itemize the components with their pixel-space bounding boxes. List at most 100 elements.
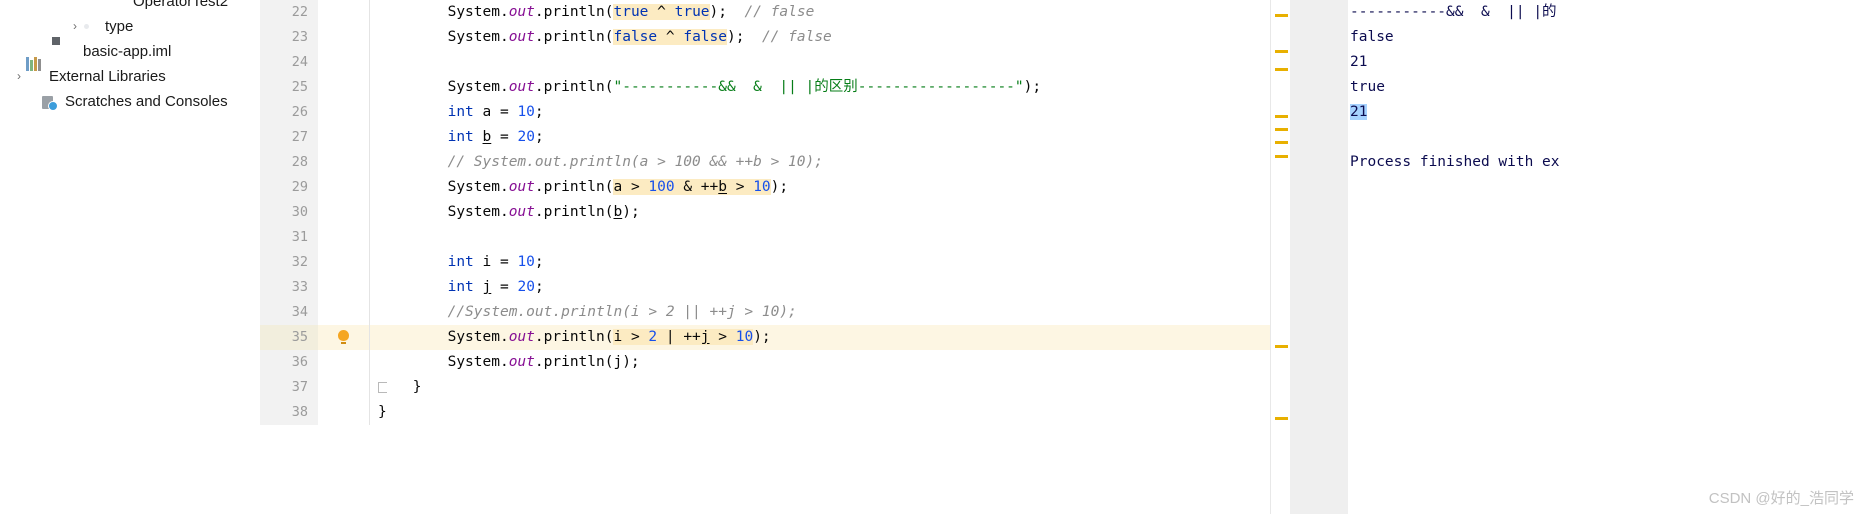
editor-marker-strip[interactable] xyxy=(1270,0,1291,514)
code-token: //System.out.println(i > 2 || ++j > 10); xyxy=(447,304,797,320)
console-line[interactable]: Process finished with ex xyxy=(1348,150,1870,175)
code-token: & ++ xyxy=(674,179,719,195)
editor-scrollbar-track[interactable] xyxy=(1290,0,1313,514)
chevron-right-icon[interactable]: › xyxy=(12,64,26,89)
gutter-icon-area[interactable] xyxy=(318,250,370,275)
console-line[interactable]: -----------&& & || |的 xyxy=(1348,0,1870,25)
gutter-icon-area[interactable] xyxy=(318,75,370,100)
line-number[interactable]: 32 xyxy=(260,250,318,275)
editor-line-34[interactable]: 34 //System.out.println(i > 2 || ++j > 10… xyxy=(260,300,1270,325)
editor-line-25[interactable]: 25 System.out.println("-----------&& & ||… xyxy=(260,75,1270,100)
gutter-icon-area[interactable] xyxy=(318,0,370,25)
editor-line-29[interactable]: 29 System.out.println(a > 100 & ++b > 10)… xyxy=(260,175,1270,200)
editor-line-24[interactable]: 24 xyxy=(260,50,1270,75)
gutter-icon-area[interactable] xyxy=(318,175,370,200)
editor-line-36[interactable]: 36 System.out.println(j); xyxy=(260,350,1270,375)
gutter-icon-area[interactable] xyxy=(318,300,370,325)
line-number[interactable]: 28 xyxy=(260,150,318,175)
tree-item-label: External Libraries xyxy=(49,68,166,85)
line-number[interactable]: 22 xyxy=(260,0,318,25)
gutter-icon-area[interactable] xyxy=(318,325,370,350)
editor-line-35[interactable]: 35 System.out.println(i > 2 | ++j > 10); xyxy=(260,325,1270,350)
editor-marker[interactable] xyxy=(1275,68,1288,71)
editor-marker[interactable] xyxy=(1275,155,1288,158)
line-number[interactable]: 33 xyxy=(260,275,318,300)
line-number[interactable]: 31 xyxy=(260,225,318,250)
line-number[interactable]: 26 xyxy=(260,100,318,125)
console-line[interactable]: true xyxy=(1348,75,1870,100)
code-token: int xyxy=(447,279,474,295)
gutter-icon-area[interactable] xyxy=(318,200,370,225)
line-number[interactable]: 35 xyxy=(260,325,318,350)
code-text: System.out.println(j); xyxy=(378,350,640,375)
editor-line-38[interactable]: 38} xyxy=(260,400,1270,425)
editor-line-30[interactable]: 30 System.out.println(b); xyxy=(260,200,1270,225)
project-tool-window[interactable]: OperatorTest2 › type basic-app.iml › Externa… xyxy=(0,0,260,514)
editor-line-23[interactable]: 23 System.out.println(false ^ false); // … xyxy=(260,25,1270,50)
editor-line-31[interactable]: 31 xyxy=(260,225,1270,250)
line-number[interactable]: 38 xyxy=(260,400,318,425)
editor-line-28[interactable]: 28 // System.out.println(a > 100 && ++b >… xyxy=(260,150,1270,175)
gutter-icon-area[interactable] xyxy=(318,25,370,50)
gutter-icon-area[interactable] xyxy=(318,275,370,300)
code-token: out xyxy=(508,4,535,20)
editor-marker[interactable] xyxy=(1275,141,1288,144)
gutter-icon-area[interactable] xyxy=(318,150,370,175)
gutter-icon-area[interactable] xyxy=(318,100,370,125)
tree-item-operatortest2[interactable]: OperatorTest2 xyxy=(0,0,260,14)
editor-line-37[interactable]: 37} xyxy=(260,375,1270,400)
console-line[interactable]: false xyxy=(1348,25,1870,50)
tree-item-type[interactable]: › type xyxy=(0,14,260,39)
line-number[interactable]: 37 xyxy=(260,375,318,400)
line-number[interactable]: 30 xyxy=(260,200,318,225)
watermark-text: CSDN @好的_浩同学 xyxy=(1708,490,1854,507)
console-line[interactable]: 21 xyxy=(1348,50,1870,75)
editor-marker[interactable] xyxy=(1275,115,1288,118)
gutter-icon-area[interactable] xyxy=(318,375,387,400)
editor-line-26[interactable]: 26 int a = 10; xyxy=(260,100,1270,125)
editor-marker[interactable] xyxy=(1275,128,1288,131)
gutter-icon-area[interactable] xyxy=(318,50,370,75)
chevron-right-icon[interactable]: › xyxy=(68,14,82,39)
line-number[interactable]: 36 xyxy=(260,350,318,375)
editor-line-33[interactable]: 33 int j = 20; xyxy=(260,275,1270,300)
gutter-icon-area[interactable] xyxy=(318,225,370,250)
console-line[interactable]: 21 xyxy=(1348,100,1870,125)
tree-item-external-libraries[interactable]: › External Libraries xyxy=(0,56,260,89)
editor-line-22[interactable]: 22 System.out.println(true ^ true); // fa… xyxy=(260,0,1270,25)
editor-line-27[interactable]: 27 int b = 20; xyxy=(260,125,1270,150)
code-token: 20 xyxy=(517,279,535,295)
editor-line-32[interactable]: 32 int i = 10; xyxy=(260,250,1270,275)
line-number[interactable]: 24 xyxy=(260,50,318,75)
console-scrollbar-track[interactable] xyxy=(1312,0,1349,514)
code-token: int xyxy=(447,104,474,120)
code-token: 10 xyxy=(517,104,535,120)
gutter-icon-area[interactable] xyxy=(318,400,370,425)
tree-item-label: OperatorTest2 xyxy=(133,0,229,10)
code-token: a > xyxy=(613,179,649,195)
editor-marker[interactable] xyxy=(1275,417,1288,420)
tree-item-scratches-and-consoles[interactable]: Scratches and Consoles xyxy=(0,89,260,114)
line-number[interactable]: 29 xyxy=(260,175,318,200)
code-token: .println(j); xyxy=(534,354,640,370)
line-number[interactable]: 34 xyxy=(260,300,318,325)
code-text: System.out.println(b); xyxy=(378,200,640,225)
console-line[interactable] xyxy=(1348,125,1870,150)
editor-marker[interactable] xyxy=(1275,50,1288,53)
editor-marker[interactable] xyxy=(1275,14,1288,17)
line-number[interactable]: 27 xyxy=(260,125,318,150)
code-token: i = xyxy=(473,254,518,270)
code-token: 2 xyxy=(648,329,658,345)
gutter-icon-area[interactable] xyxy=(318,125,370,150)
line-number[interactable]: 23 xyxy=(260,25,318,50)
editor-marker[interactable] xyxy=(1275,345,1288,348)
intention-bulb-icon[interactable] xyxy=(338,330,349,344)
code-token: // false xyxy=(761,29,832,45)
code-token: .println( xyxy=(534,179,614,195)
run-console-output[interactable]: -----------&& & || |的 false 21 true 21 Proce… xyxy=(1348,0,1870,514)
line-number[interactable]: 25 xyxy=(260,75,318,100)
code-editor[interactable]: 22 System.out.println(true ^ true); // fa… xyxy=(260,0,1270,514)
gutter-icon-area[interactable] xyxy=(318,350,370,375)
